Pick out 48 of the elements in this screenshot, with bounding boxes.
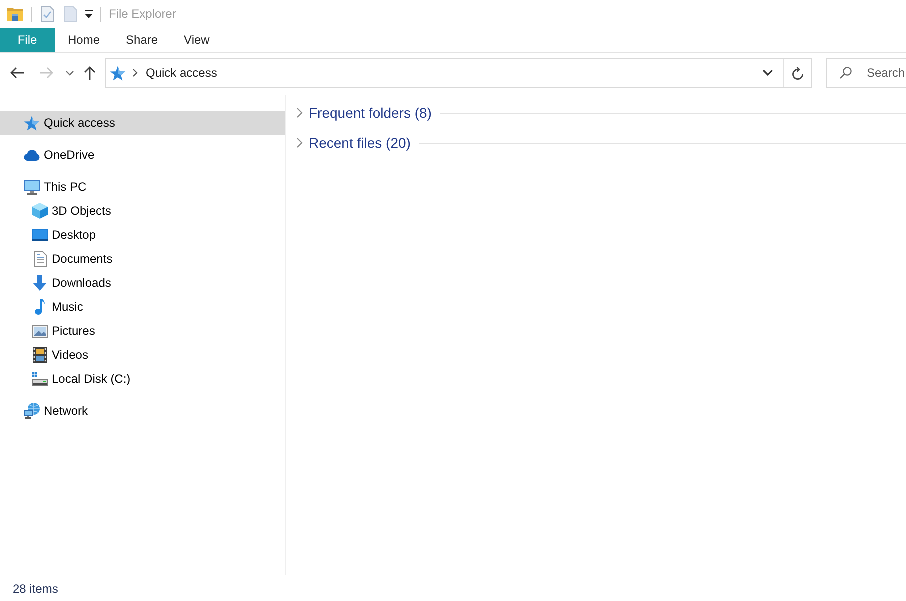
document-icon [34, 251, 46, 267]
status-text: 28 items [13, 582, 58, 596]
nav-item[interactable]: OneDrive [0, 143, 285, 167]
search-field[interactable]: Search [826, 58, 906, 88]
chevron-down-icon [763, 70, 773, 76]
refresh-icon [792, 66, 804, 80]
window-title: File Explorer [109, 7, 176, 21]
cube-icon [32, 203, 48, 219]
ribbon-tab[interactable]: Share [113, 28, 172, 52]
customize-toolbar-button[interactable] [85, 10, 93, 18]
music-note-icon [35, 299, 45, 315]
nav-item[interactable]: Desktop [0, 223, 285, 247]
nav-item[interactable]: Music [0, 295, 285, 319]
nav-item[interactable]: Quick access [0, 111, 285, 135]
address-bar[interactable]: Quick access [105, 58, 812, 88]
monitor-icon [24, 180, 40, 194]
nav-item[interactable]: Documents [0, 247, 285, 271]
network-icon [24, 403, 40, 419]
document-check-icon [41, 6, 54, 22]
nav-item[interactable]: 3D Objects [0, 199, 285, 223]
drive-icon [32, 372, 48, 386]
star-icon [110, 66, 126, 80]
nav-item[interactable]: Local Disk (C:) [0, 367, 285, 391]
nav-item[interactable]: This PC [0, 175, 285, 199]
cloud-icon [24, 150, 40, 160]
ribbon-tab[interactable]: Home [55, 28, 114, 52]
dropdown-icon [85, 10, 93, 18]
breadcrumb-item[interactable]: Quick access [143, 64, 220, 82]
nav-item[interactable]: Videos [0, 343, 285, 367]
chevron-right-icon [133, 69, 138, 77]
nav-item[interactable]: Network [0, 399, 285, 423]
star-icon [24, 116, 40, 130]
search-icon [840, 67, 852, 79]
chevron-down-icon [66, 70, 74, 76]
forward-arrow-icon [40, 67, 54, 79]
ribbon-tab[interactable]: View [171, 28, 223, 52]
nav-item[interactable]: Downloads [0, 271, 285, 295]
back-arrow-icon [10, 67, 24, 79]
page-icon [64, 6, 77, 22]
download-arrow-icon [33, 275, 47, 291]
up-arrow-icon [84, 66, 96, 80]
nav-item[interactable]: Pictures [0, 319, 285, 343]
desktop-icon [32, 229, 48, 241]
film-icon [33, 347, 47, 363]
group-header[interactable]: Frequent folders (8) [295, 103, 434, 123]
folder-icon [7, 7, 23, 21]
group-header[interactable]: Recent files (20) [295, 133, 413, 153]
picture-icon [32, 324, 48, 338]
